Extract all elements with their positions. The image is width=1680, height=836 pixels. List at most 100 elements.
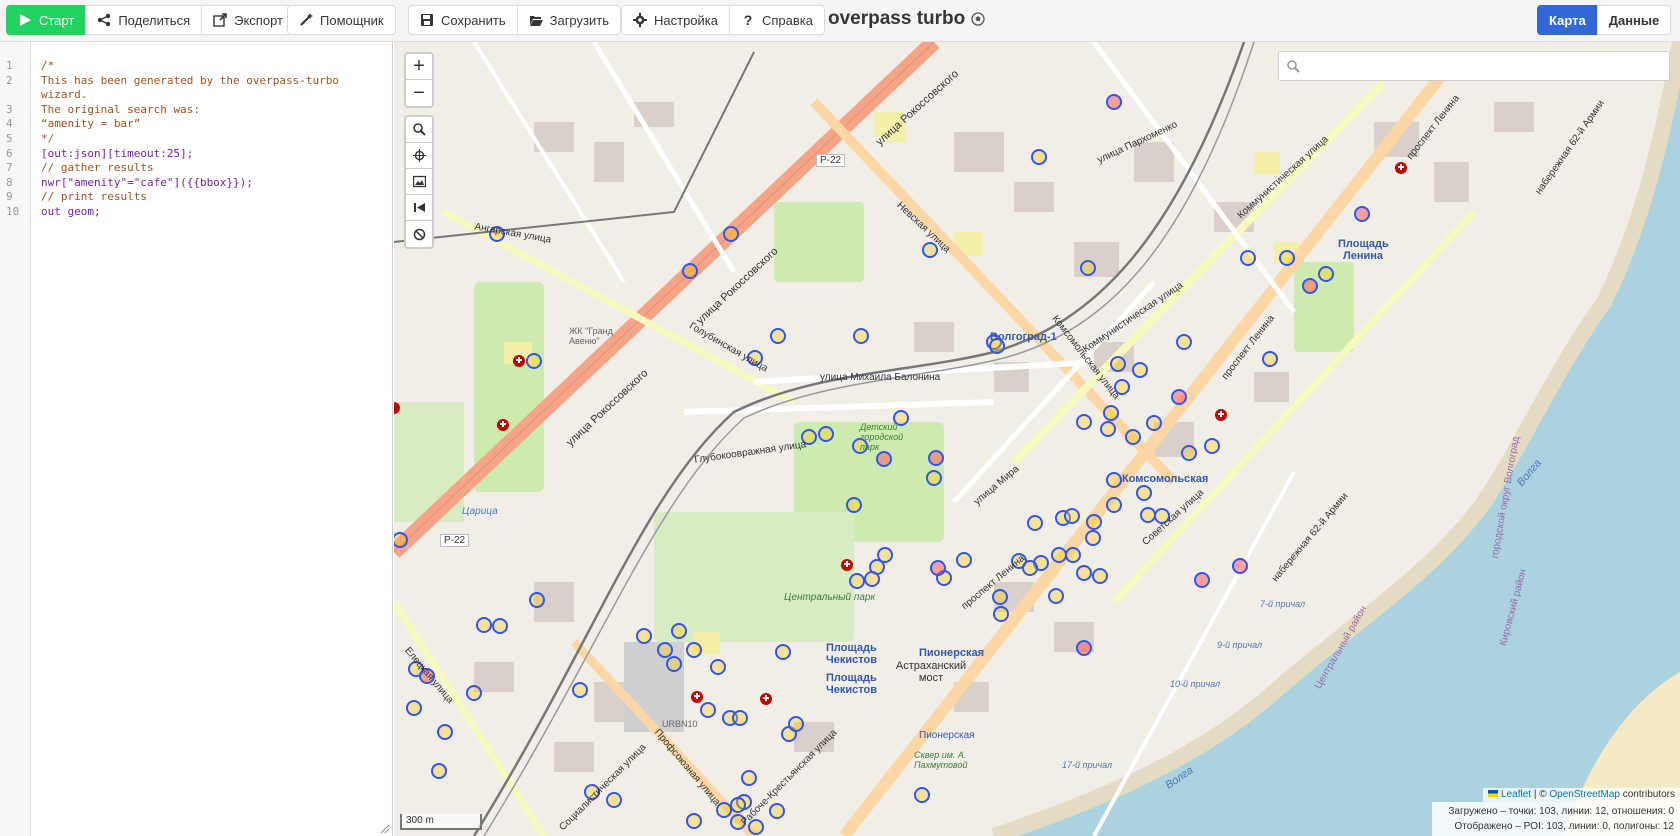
export-icon [213, 13, 227, 27]
magic-wand-icon [300, 13, 313, 26]
street-label: улица Пархоменко [1095, 119, 1180, 166]
crosshair-icon [412, 149, 426, 162]
map-search-input[interactable] [1306, 58, 1646, 74]
line-number: 5 [6, 131, 13, 145]
street-label: Профсоюзная улица [651, 727, 723, 808]
osm-link[interactable]: OpenStreetMap [1549, 789, 1620, 800]
street-label: Ангарская улица [473, 221, 552, 246]
map-attribution: Leaflet | © OpenStreetMap contributors [1483, 788, 1680, 802]
zoom-control: + − [404, 52, 434, 108]
water-label: Волга [1163, 764, 1196, 792]
street-label: проспект Ленина [1219, 313, 1277, 382]
code-area[interactable]: /* This has been generated by the overpa… [41, 59, 386, 220]
export-label: Экспорт [234, 12, 283, 28]
settings-group: Настройка ? Справка [621, 5, 825, 35]
save-label: Сохранить [441, 12, 506, 28]
code-line: out geom; [41, 204, 101, 218]
file-group: Сохранить Загрузить [408, 5, 621, 35]
folder-open-icon [529, 16, 543, 26]
save-button[interactable]: Сохранить [408, 5, 518, 35]
start-button[interactable]: Старт [6, 5, 87, 35]
clear-button[interactable] [406, 221, 432, 247]
street-label: Глубокоовражная улица [693, 439, 807, 466]
stats-loaded: Загружено – точки: 103, линии: 12, отнош… [1448, 806, 1674, 817]
street-label: Голубинская улица [687, 320, 770, 375]
data-stats: Загружено – точки: 103, линии: 12, отнош… [1432, 802, 1680, 836]
share-button[interactable]: Поделиться [85, 5, 203, 35]
street-label: Социалистическая улица [557, 741, 649, 834]
search-icon [1287, 59, 1300, 73]
resize-handle-icon[interactable] [381, 825, 389, 833]
question-icon: ? [743, 12, 753, 28]
map-tools [404, 115, 434, 249]
code-line: This has been generated by the overpass-… [41, 73, 346, 102]
view-tabs: Карта Данные [1537, 5, 1672, 35]
station-label: Комсомольская [1122, 473, 1209, 485]
pier-label: 17-й причал [1062, 760, 1113, 770]
layer-button[interactable] [406, 169, 432, 195]
ban-icon [413, 228, 425, 240]
station-label: Площадь Чекистов [826, 672, 877, 696]
leaflet-link[interactable]: Leaflet [1501, 789, 1531, 800]
street-label: улица Михаила Балонина [820, 372, 941, 383]
search-zoom-button[interactable] [406, 117, 432, 143]
fit-data-button[interactable] [406, 195, 432, 221]
wizard-group: Помощник [287, 5, 396, 35]
locate-button[interactable] [406, 143, 432, 169]
street-label: улица Рокоссовского [564, 367, 651, 449]
help-label: Справка [762, 12, 813, 28]
help-button[interactable]: ? Справка [729, 5, 825, 35]
place-label: ЖК "Гранд Авеню" [569, 326, 613, 346]
station-label: Пионерская [919, 730, 975, 741]
code-line: */ [41, 131, 55, 145]
export-button[interactable]: Экспорт [201, 5, 295, 35]
settings-button[interactable]: Настройка [621, 5, 730, 35]
street-label: Невская улица [894, 200, 953, 255]
run-group: Старт Поделиться Экспорт [6, 5, 295, 35]
line-number: 8 [6, 175, 13, 189]
zoom-in-button[interactable]: + [406, 54, 432, 80]
load-button[interactable]: Загрузить [516, 5, 621, 35]
share-label: Поделиться [118, 12, 191, 28]
skip-back-icon [413, 203, 425, 212]
settings-label: Настройка [654, 12, 718, 28]
tab-data[interactable]: Данные [1596, 5, 1672, 35]
route-label: Р-22 [440, 534, 470, 547]
route-label: Р-22 [816, 154, 846, 167]
search-icon [412, 123, 426, 136]
street-label: улица Рокоссовского [873, 67, 962, 149]
map-view[interactable]: улица Рокоссовского улица Рокоссовского … [394, 42, 1680, 836]
district-label: городской округ Волгоград [1489, 435, 1522, 560]
share-icon [98, 13, 111, 27]
line-number-gutter: 1 2 3 4 5 6 7 8 9 10 [0, 42, 31, 836]
district-label: Центральный район [1312, 603, 1370, 692]
line-number: 4 [6, 117, 13, 131]
place-label: Площадь Ленина [1338, 238, 1389, 262]
water-label: Волга [1514, 457, 1544, 489]
scale-bar: 300 m [400, 814, 482, 830]
tab-map[interactable]: Карта [1537, 5, 1598, 35]
code-line: /* [41, 59, 55, 72]
tab-map-label: Карта [1549, 12, 1586, 28]
brand-label: overpass turbo [828, 8, 966, 29]
pier-label: 9-й причал [1217, 640, 1263, 650]
map-search-box[interactable] [1278, 51, 1670, 81]
stats-shown: Отображено – POI: 103, линии: 0, полигон… [1454, 821, 1674, 832]
street-label: проспект Ленина [1404, 93, 1462, 162]
line-number: 6 [6, 146, 13, 160]
pier-label: 7-й причал [1260, 599, 1306, 609]
code-line: // gather results [41, 161, 154, 175]
wizard-button[interactable]: Помощник [287, 5, 396, 35]
bridge-label: Астраханский мост [895, 660, 967, 684]
street-label: Коммунистическая улица [1081, 279, 1186, 356]
pier-label: 10-й причал [1170, 679, 1221, 689]
water-label: Царица [462, 506, 498, 517]
district-label: Кировский район [1497, 567, 1529, 648]
station-label: Площадь Чекистов [826, 642, 877, 666]
flag-icon [1488, 790, 1499, 797]
line-number: 2 [6, 73, 13, 87]
street-label: проспект Ленина [959, 552, 1028, 613]
street-label: Рабоче-Крестьянская улица [739, 727, 840, 828]
query-editor[interactable]: 1 2 3 4 5 6 7 8 9 10 /* This has been ge… [0, 42, 393, 836]
zoom-out-button[interactable]: − [406, 80, 432, 106]
